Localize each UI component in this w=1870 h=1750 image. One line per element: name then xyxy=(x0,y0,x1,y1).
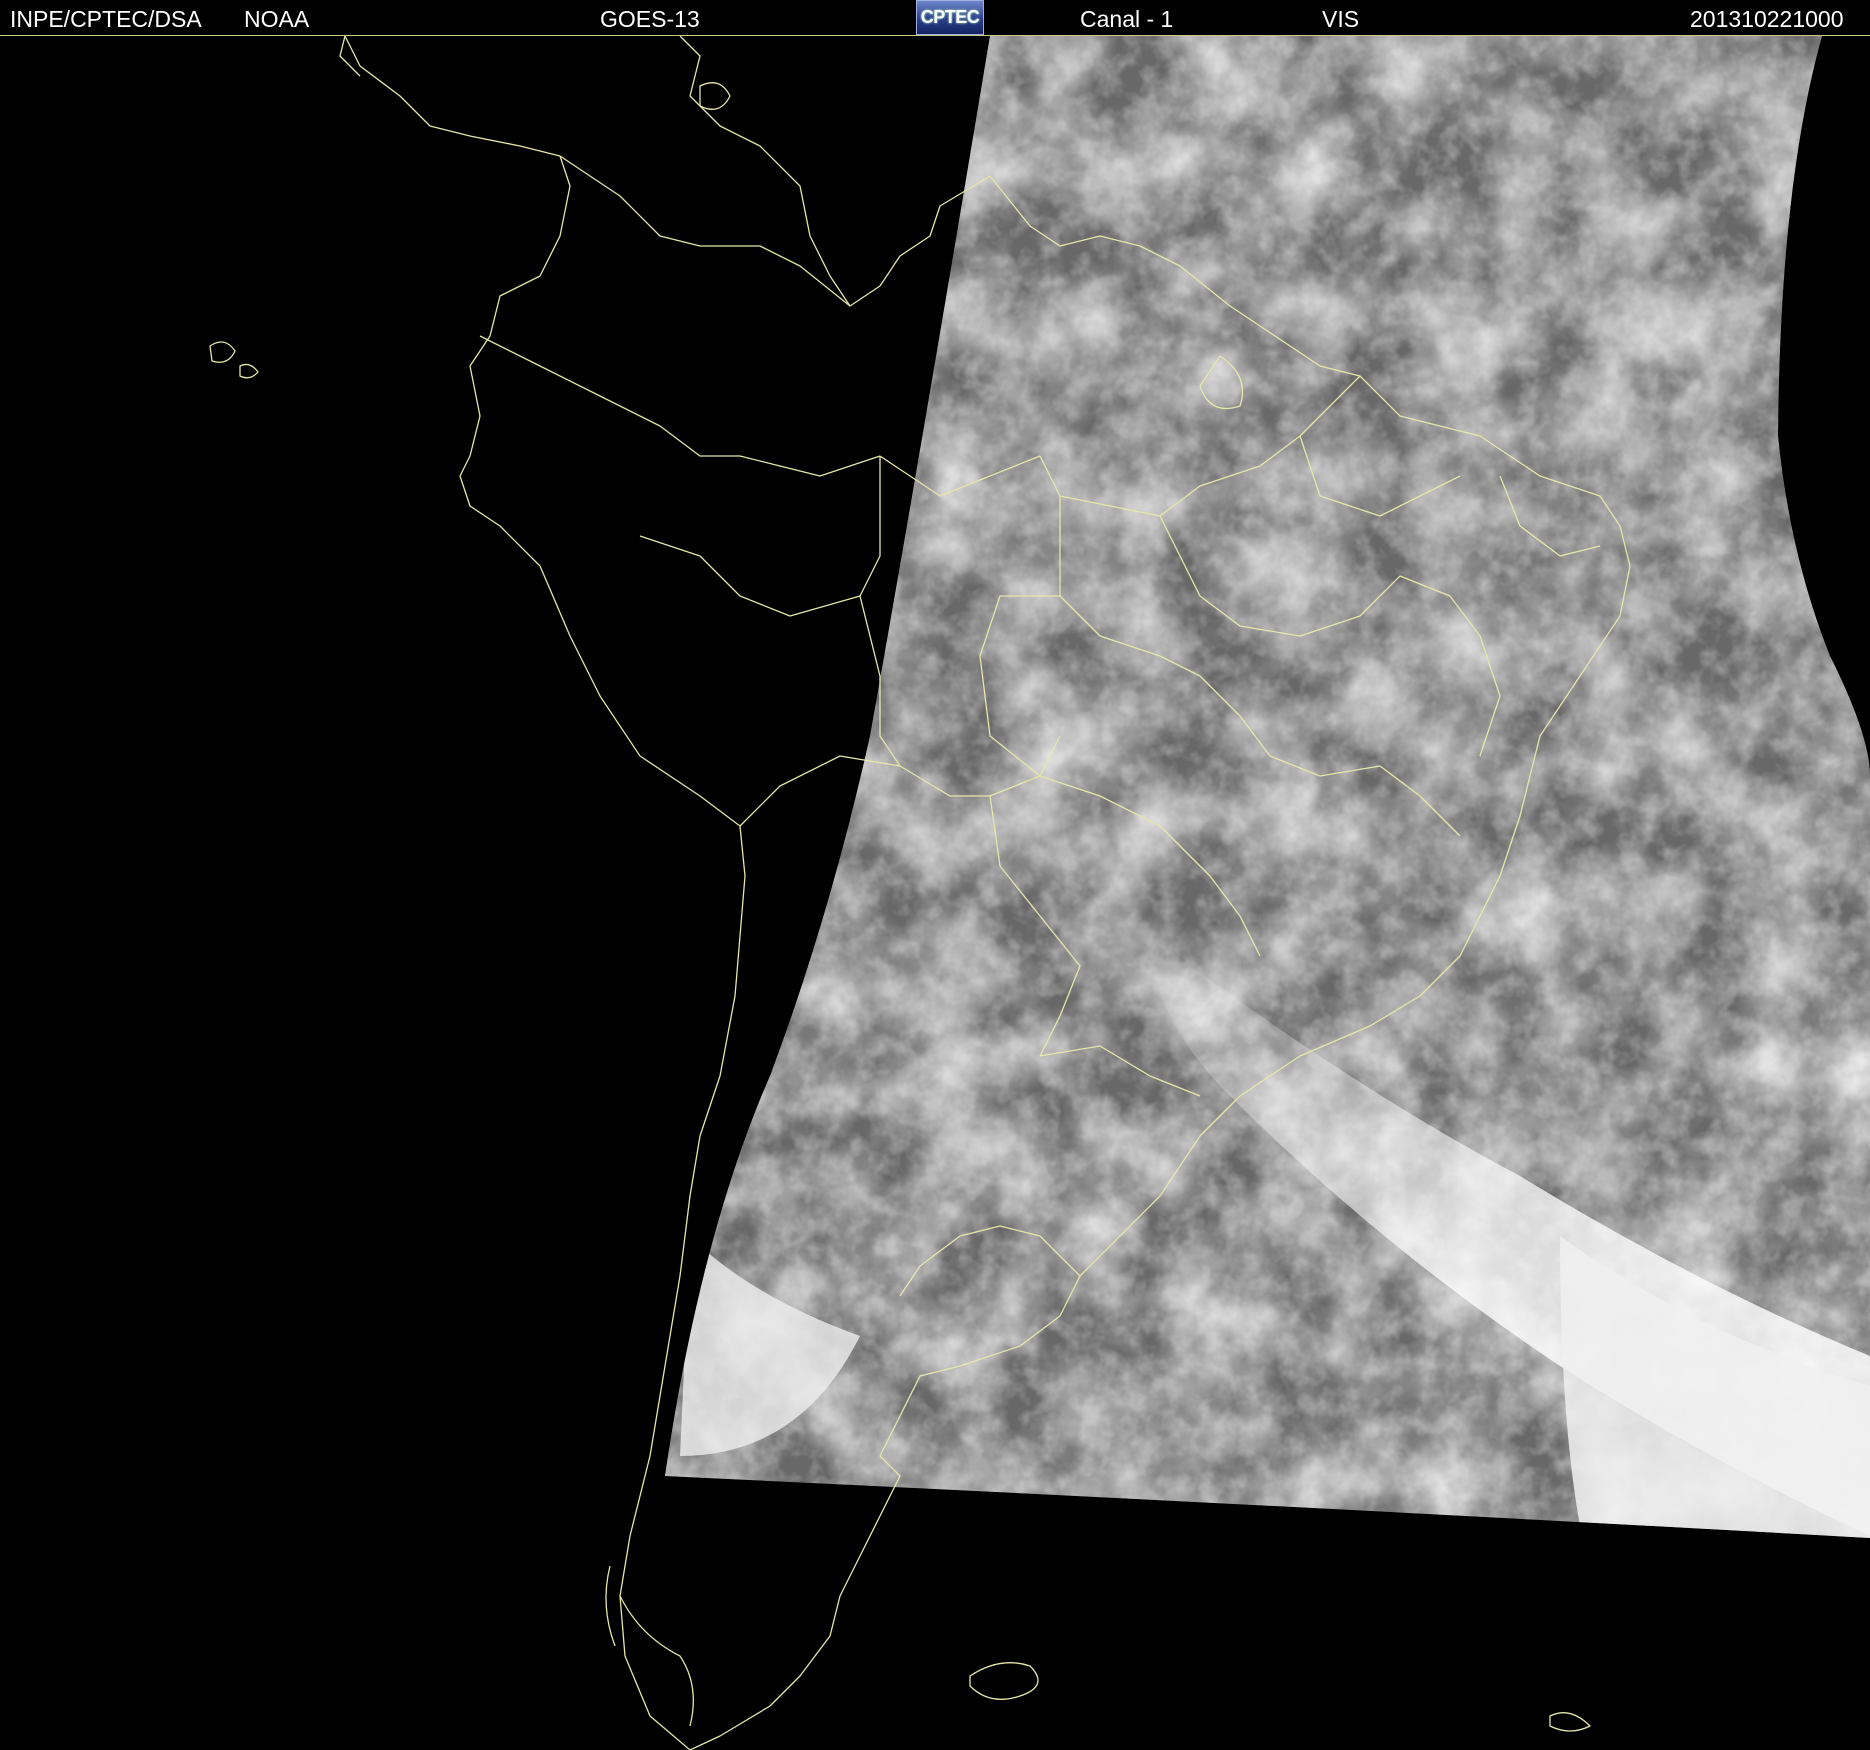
falkland-islands xyxy=(969,1662,1039,1700)
illuminated-swath xyxy=(665,36,1870,1538)
cptec-logo-text: CPTEC xyxy=(920,7,980,27)
institution-label: INPE/CPTEC/DSA xyxy=(10,6,202,32)
timestamp-label: 201310221000 xyxy=(1690,6,1844,32)
satellite-label: GOES-13 xyxy=(600,6,700,32)
channel-label: Canal - 1 xyxy=(1080,6,1174,32)
satellite-map-canvas xyxy=(209,36,1870,1750)
band-label: VIS xyxy=(1322,6,1360,32)
agency-label: NOAA xyxy=(244,6,310,32)
galapagos-islands xyxy=(209,341,236,363)
satellite-map xyxy=(0,36,1870,1750)
image-header-bar: INPE/CPTEC/DSA NOAA GOES-13 CPTEC Canal … xyxy=(0,0,1870,36)
cptec-logo: CPTEC xyxy=(916,0,984,35)
coastline-west xyxy=(344,36,746,1750)
